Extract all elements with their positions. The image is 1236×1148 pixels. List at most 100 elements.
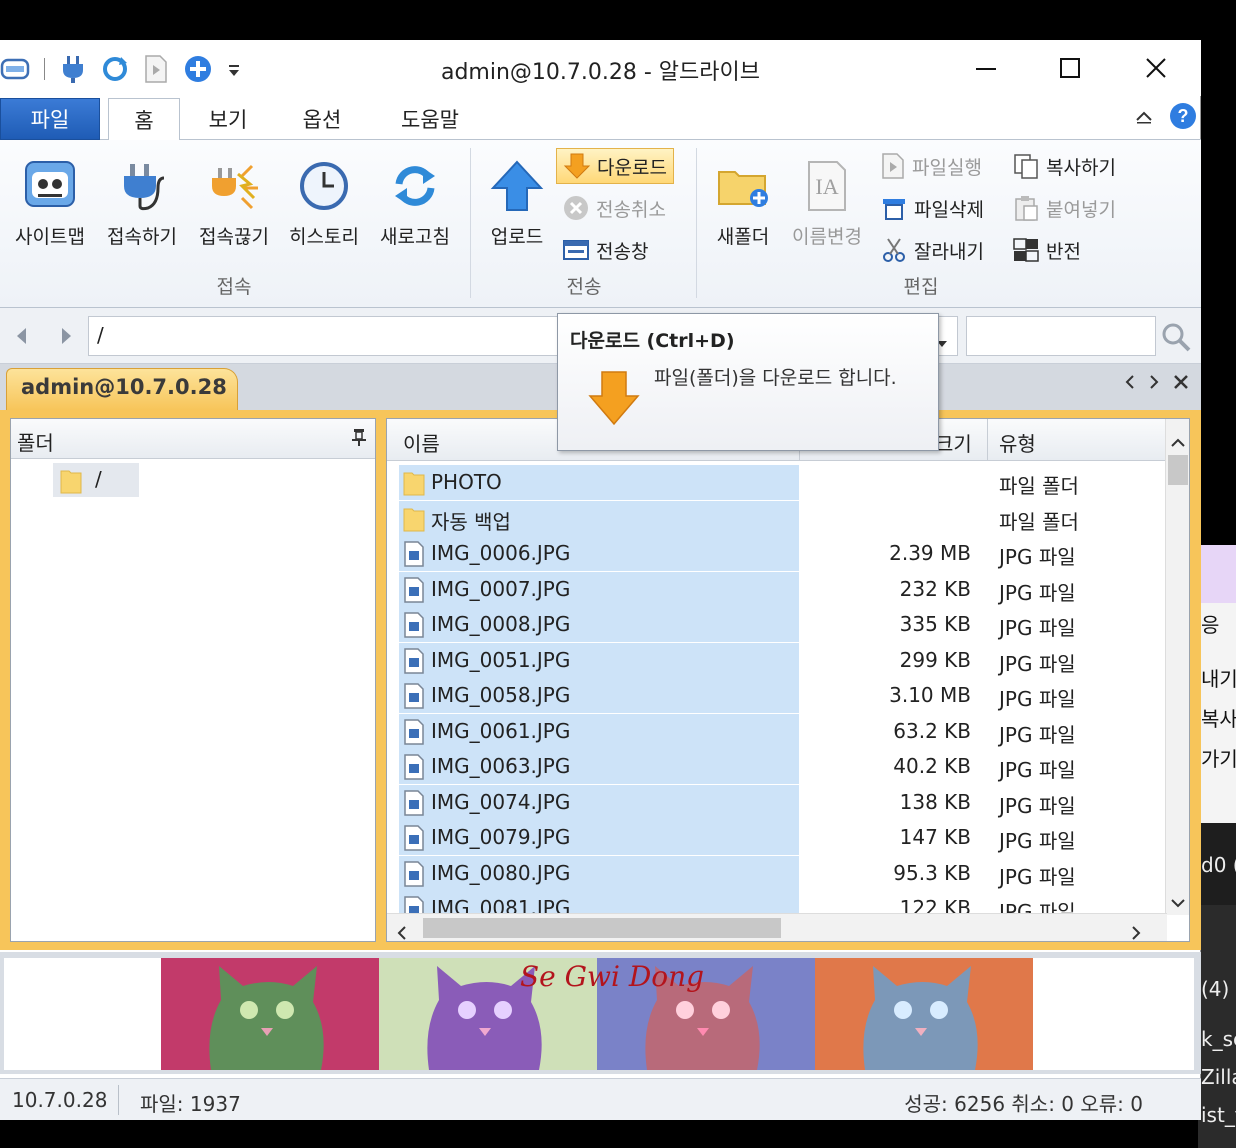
cut-button[interactable]: 잘라내기 (880, 232, 984, 268)
tooltip-body: 파일(폴더)을 다운로드 합니다. (654, 367, 897, 389)
background-app: 응 내기 복사 가기 d0 ( (4) k_se Zilla ist_f (1198, 545, 1236, 1148)
minimize-icon (976, 68, 996, 70)
col-type-header[interactable]: 유형 (999, 428, 1036, 457)
refresh-label: 새로고침 (380, 226, 450, 248)
sitemap-button[interactable]: 사이트맵 (10, 156, 90, 249)
paste-icon (1015, 196, 1038, 221)
forward-icon[interactable] (58, 326, 74, 351)
disconnect-button[interactable]: 접속끊기 (192, 156, 276, 249)
image-file-icon (403, 718, 425, 751)
back-icon[interactable] (14, 326, 30, 351)
close-button[interactable] (1126, 48, 1186, 88)
invert-selection-button[interactable]: 반전 (1012, 232, 1081, 268)
file-type: 파일 폴더 (999, 509, 1079, 534)
file-type: JPG 파일 (999, 580, 1076, 605)
close-icon (1146, 58, 1166, 78)
tab-home[interactable]: 홈 (108, 98, 180, 142)
image-file-icon (403, 753, 425, 786)
paste-button[interactable]: 붙여넣기 (1012, 190, 1116, 226)
upload-button[interactable]: 업로드 (482, 156, 552, 249)
table-row[interactable]: PHOTO 파일 폴더 (387, 465, 1167, 500)
tab-close-icon[interactable] (1173, 374, 1189, 395)
table-row[interactable]: IMG_0008.JPG 335 KB JPG 파일 (387, 607, 1167, 642)
search-input[interactable] (966, 316, 1156, 356)
table-row[interactable]: IMG_0061.JPG 63.2 KB JPG 파일 (387, 713, 1167, 751)
table-row[interactable]: IMG_0081.JPG 122 KB JPG 파일 (387, 891, 1167, 915)
tab-next-icon[interactable] (1149, 374, 1159, 395)
table-row[interactable]: IMG_0058.JPG 3.10 MB JPG 파일 (387, 678, 1167, 713)
pin-icon[interactable] (351, 427, 367, 452)
history-button[interactable]: 히스토리 (284, 156, 364, 249)
transfer-group-label: 전송 (566, 276, 602, 298)
table-row[interactable]: IMG_0080.JPG 95.3 KB JPG 파일 (387, 855, 1167, 891)
table-row[interactable]: IMG_0063.JPG 40.2 KB JPG 파일 (387, 749, 1167, 784)
connect-button[interactable]: 접속하기 (100, 156, 184, 249)
col-name-header[interactable]: 이름 (403, 428, 440, 457)
scroll-right-icon[interactable] (1131, 921, 1141, 945)
table-row[interactable]: IMG_0006.JPG 2.39 MB JPG 파일 (387, 536, 1167, 571)
vertical-scroll-thumb[interactable] (1168, 455, 1188, 485)
cancel-transfer-button[interactable]: 전송취소 (562, 190, 666, 226)
collapse-ribbon-icon[interactable] (1135, 107, 1153, 131)
banner-image[interactable]: Se Gwi Dong (4, 958, 1194, 1070)
tab-view[interactable]: 보기 (192, 98, 264, 140)
bg-text: 내기 (1201, 667, 1236, 691)
horizontal-scrollbar[interactable] (387, 913, 1167, 941)
column-divider[interactable] (987, 419, 988, 461)
run-file-button[interactable]: 파일실행 (880, 148, 982, 184)
download-button[interactable]: 다운로드 (556, 148, 674, 184)
minimize-button[interactable] (956, 48, 1016, 88)
transfer-window-icon (563, 240, 589, 260)
group-separator (696, 148, 697, 298)
cat-panel (815, 958, 1033, 1070)
file-name: IMG_0063.JPG (431, 754, 571, 778)
maximize-button[interactable] (1040, 48, 1100, 88)
scroll-down-icon[interactable] (1171, 889, 1185, 913)
transfer-window-button[interactable]: 전송창 (562, 232, 648, 268)
title-bar: admin@10.7.0.28 - 알드라이브 (0, 40, 1201, 96)
table-row[interactable]: IMG_0074.JPG 138 KB JPG 파일 (387, 784, 1167, 820)
file-size: 3.10 MB (889, 683, 971, 707)
file-name: IMG_0080.JPG (431, 860, 571, 885)
paste-label: 붙여넣기 (1046, 198, 1116, 221)
file-size: 147 KB (899, 825, 971, 849)
table-row[interactable]: IMG_0007.JPG 232 KB JPG 파일 (387, 571, 1167, 607)
vertical-scrollbar[interactable] (1165, 419, 1189, 915)
help-icon[interactable]: ? (1169, 102, 1197, 135)
refresh-button[interactable]: 새로고침 (374, 156, 456, 249)
tab-options[interactable]: 옵션 (286, 98, 358, 140)
bg-text: 응 (1201, 613, 1220, 637)
download-tooltip: 다운로드 (Ctrl+D) 파일(폴더)을 다운로드 합니다. (557, 313, 939, 451)
folder-tree-root[interactable]: / (53, 463, 139, 497)
col-size-header[interactable]: 크기 (935, 428, 972, 457)
connect-label: 접속하기 (107, 226, 177, 248)
file-name: IMG_0007.JPG (431, 576, 571, 601)
file-name: IMG_0061.JPG (431, 718, 571, 743)
table-row[interactable]: IMG_0079.JPG 147 KB JPG 파일 (387, 820, 1167, 855)
rename-label: 이름변경 (792, 226, 862, 248)
rename-button[interactable]: IA 이름변경 (784, 156, 870, 249)
horizontal-scroll-thumb[interactable] (423, 918, 781, 938)
table-row[interactable]: 자동 백업 파일 폴더 (387, 500, 1167, 536)
file-size: 40.2 KB (893, 754, 971, 778)
delete-file-button[interactable]: 파일삭제 (880, 190, 984, 226)
new-folder-button[interactable]: 새폴더 (708, 156, 778, 249)
session-tab[interactable]: admin@10.7.0.28 (6, 368, 238, 410)
download-label: 다운로드 (597, 156, 667, 179)
session-tab-controls (1125, 374, 1189, 395)
folder-pane-title: 폴더 (17, 431, 54, 455)
copy-button[interactable]: 복사하기 (1012, 148, 1116, 184)
scissors-icon (883, 238, 905, 262)
scroll-left-icon[interactable] (397, 921, 407, 945)
tab-help[interactable]: 도움말 (386, 98, 474, 140)
tab-prev-icon[interactable] (1125, 374, 1135, 395)
scroll-up-icon[interactable] (1171, 429, 1185, 453)
disconnect-label: 접속끊기 (199, 226, 269, 248)
file-name: IMG_0074.JPG (431, 789, 571, 814)
invert-label: 반전 (1046, 240, 1081, 263)
search-icon[interactable] (1160, 322, 1192, 357)
table-row[interactable]: IMG_0051.JPG 299 KB JPG 파일 (387, 642, 1167, 678)
ribbon-tabs: 파일 홈 보기 옵션 도움말 ? (0, 96, 1201, 142)
tab-file[interactable]: 파일 (0, 98, 100, 140)
edit-group-label: 편집 (903, 276, 939, 298)
